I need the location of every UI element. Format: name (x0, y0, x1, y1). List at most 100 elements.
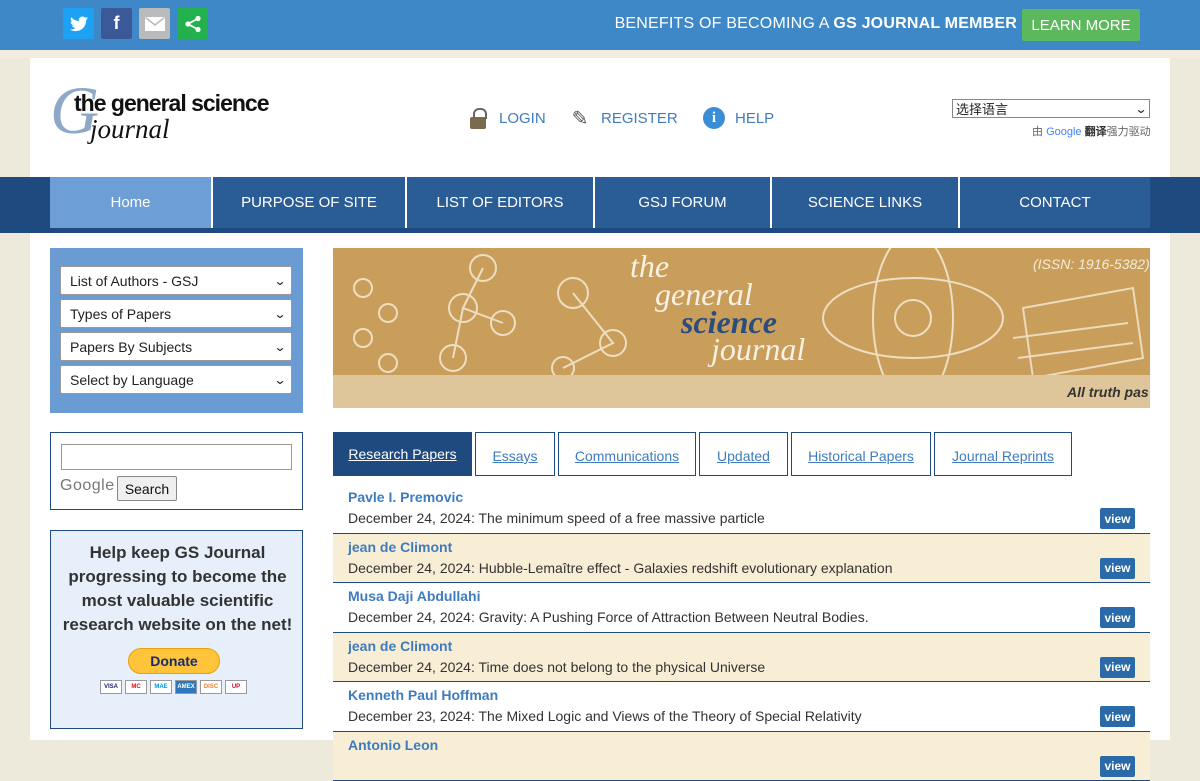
powered-suffix: 强力驱动 (1107, 126, 1151, 138)
paper-author-link[interactable]: Kenneth Paul Hoffman (348, 687, 498, 703)
help-link[interactable]: i HELP (703, 106, 774, 130)
register-link[interactable]: ✎ REGISTER (569, 106, 678, 130)
banner-tagline: All truth pas (1067, 384, 1149, 400)
chevron-down-icon: ⌄ (273, 340, 286, 354)
tab-essays[interactable]: Essays (475, 432, 555, 476)
view-button[interactable]: view (1100, 558, 1135, 579)
membership-benefits-text: BENEFITS OF BECOMING A GS JOURNAL MEMBER (615, 15, 1017, 33)
paper-entry: December 24, 2024: Time does not belong … (348, 659, 765, 675)
list-item: Antonio Leon view (333, 732, 1150, 781)
tab-journal-reprints[interactable]: Journal Reprints (934, 432, 1072, 476)
paper-author-link[interactable]: jean de Climont (348, 638, 452, 654)
site-logo[interactable]: G the general science journal (50, 76, 290, 160)
nav-gsj-forum[interactable]: GSJ FORUM (595, 177, 772, 228)
tab-communications[interactable]: Communications (558, 432, 696, 476)
paper-types-select[interactable]: Types of Papers ⌄ (60, 299, 292, 328)
journal-banner: the general science journal (ISSN: 1916-… (333, 248, 1150, 408)
share-icon[interactable] (177, 8, 208, 39)
banner-title-line-4: journal (711, 331, 805, 368)
amex-card-icon: AMEX (175, 680, 197, 694)
paper-author-link[interactable]: Pavle I. Premovic (348, 489, 463, 505)
chevron-down-icon: ⌄ (273, 373, 286, 387)
tab-research-papers[interactable]: Research Papers (333, 432, 472, 476)
language-filter-select[interactable]: Select by Language ⌄ (60, 365, 292, 394)
list-item: Kenneth Paul Hoffman December 23, 2024: … (333, 682, 1150, 732)
google-translate-credit: 由 Google 翻译强力驱动 (1032, 123, 1151, 139)
paper-entry: December 24, 2024: Gravity: A Pushing Fo… (348, 609, 869, 625)
paper-entry: December 24, 2024: The minimum speed of … (348, 510, 765, 526)
paper-type-tabs: Research Papers Essays Communications Up… (333, 432, 1072, 476)
nav-contact[interactable]: CONTACT (960, 177, 1150, 228)
language-filter-select-value: Select by Language (70, 372, 194, 388)
main-nav: Home PURPOSE OF SITE LIST OF EDITORS GSJ… (50, 177, 1150, 228)
filter-panel: List of Authors - GSJ⌄ Types of Papers⌄ … (50, 248, 303, 413)
login-label: LOGIN (499, 110, 546, 127)
chevron-down-icon: ⌄ (273, 274, 286, 288)
chevron-down-icon: ⌄ (1134, 102, 1147, 116)
authors-select[interactable]: List of Authors - GSJ ⌄ (60, 266, 292, 295)
twitter-icon[interactable] (63, 8, 94, 39)
paper-entry: December 23, 2024: The Mixed Logic and V… (348, 708, 862, 724)
benefits-prefix: BENEFITS OF BECOMING A (615, 15, 834, 32)
mastercard-icon: MC (125, 680, 147, 694)
facebook-icon[interactable]: f (101, 8, 132, 39)
banner-bottom-band (333, 375, 1150, 408)
nav-science-links[interactable]: SCIENCE LINKS (772, 177, 960, 228)
paper-entry: December 24, 2024: Hubble-Lemaître effec… (348, 560, 893, 576)
maestro-card-icon: MAE (150, 680, 172, 694)
subjects-select-value: Papers By Subjects (70, 339, 192, 355)
donate-message: Help keep GS Journal progressing to beco… (59, 541, 296, 637)
donate-button[interactable]: Donate (128, 648, 220, 674)
google-logo-text: Google (60, 477, 115, 494)
list-item: Pavle I. Premovic December 24, 2024: The… (333, 484, 1150, 534)
google-logo-text: Google (1046, 126, 1081, 138)
tab-updated[interactable]: Updated (699, 432, 788, 476)
tab-historical-papers[interactable]: Historical Papers (791, 432, 931, 476)
view-button[interactable]: view (1100, 607, 1135, 628)
view-button[interactable]: view (1100, 657, 1135, 678)
paper-author-link[interactable]: Antonio Leon (348, 737, 438, 753)
search-input[interactable] (61, 444, 292, 470)
register-label: REGISTER (601, 110, 678, 127)
top-bar-divider (0, 50, 1200, 58)
logo-line-1: the general science (74, 90, 269, 117)
powered-prefix: 由 (1032, 126, 1046, 138)
info-icon: i (703, 106, 725, 130)
language-select-value: 选择语言 (956, 99, 1008, 118)
pen-icon: ✎ (569, 106, 591, 130)
language-select[interactable]: 选择语言 ⌄ (952, 99, 1150, 118)
login-link[interactable]: LOGIN (467, 106, 546, 130)
top-bar: f BENEFITS OF BECOMING A GS JOURNAL MEMB… (0, 0, 1200, 50)
nav-home[interactable]: Home (50, 177, 213, 228)
paper-author-link[interactable]: jean de Climont (348, 539, 452, 555)
authors-select-value: List of Authors - GSJ (70, 273, 198, 289)
visa-card-icon: VISA (100, 680, 122, 694)
papers-list: Pavle I. Premovic December 24, 2024: The… (333, 484, 1150, 781)
paper-types-select-value: Types of Papers (70, 306, 171, 322)
donate-panel: Help keep GS Journal progressing to beco… (50, 530, 303, 729)
unionpay-card-icon: UP (225, 680, 247, 694)
view-button[interactable]: view (1100, 706, 1135, 727)
site-search: Google Search (50, 432, 303, 510)
paper-author-link[interactable]: Musa Daji Abdullahi (348, 588, 481, 604)
logo-line-2: journal (90, 114, 170, 145)
view-button[interactable]: view (1100, 756, 1135, 777)
banner-issn: (ISSN: 1916-5382) (1033, 256, 1150, 272)
list-item: Musa Daji Abdullahi December 24, 2024: G… (333, 583, 1150, 633)
learn-more-button[interactable]: LEARN MORE (1022, 9, 1140, 41)
lock-icon (467, 106, 489, 130)
nav-purpose-of-site[interactable]: PURPOSE OF SITE (213, 177, 407, 228)
search-button[interactable]: Search (117, 476, 177, 501)
help-label: HELP (735, 110, 774, 127)
google-logo: Google (60, 477, 115, 495)
translate-bold: 翻译 (1085, 126, 1107, 138)
view-button[interactable]: view (1100, 508, 1135, 529)
nav-list-of-editors[interactable]: LIST OF EDITORS (407, 177, 595, 228)
chevron-down-icon: ⌄ (273, 307, 286, 321)
payment-cards: VISA MC MAE AMEX DISC UP (100, 680, 247, 694)
email-icon[interactable] (139, 8, 170, 39)
discover-card-icon: DISC (200, 680, 222, 694)
subjects-select[interactable]: Papers By Subjects ⌄ (60, 332, 292, 361)
benefits-bold: GS JOURNAL MEMBER (833, 15, 1017, 32)
list-item: jean de Climont December 24, 2024: Hubbl… (333, 534, 1150, 584)
